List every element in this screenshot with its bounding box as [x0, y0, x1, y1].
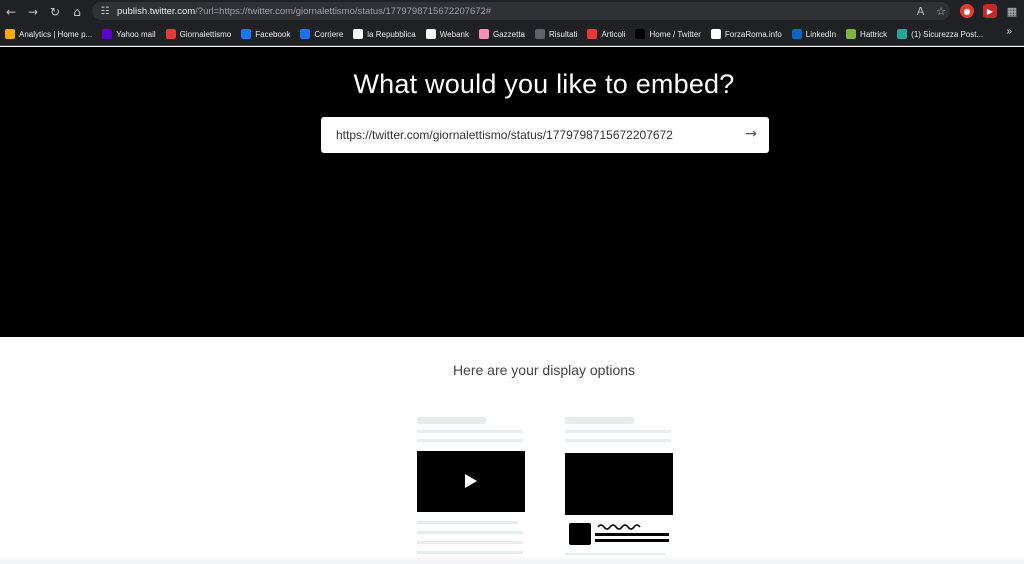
bookmark-label: Home / Twitter	[649, 29, 701, 39]
bookmark-item[interactable]: ForzaRoma.info	[706, 24, 787, 44]
bookmark-label: ForzaRoma.info	[724, 29, 782, 39]
placeholder-line	[417, 439, 523, 442]
forward-icon[interactable]: →	[22, 1, 44, 23]
bookmark-label: Articoli	[601, 29, 626, 39]
facebook-icon	[241, 29, 252, 39]
avatar	[569, 523, 591, 545]
bookmark-item[interactable]: Home / Twitter	[630, 24, 705, 44]
placeholder-line	[565, 439, 671, 442]
placeholder-line	[417, 551, 523, 554]
back-icon[interactable]: ←	[0, 1, 22, 23]
wavy-line-icon	[597, 524, 641, 530]
bookmark-label: Corriere	[314, 29, 344, 39]
bookmark-label: la Repubblica	[367, 29, 416, 39]
translate-icon[interactable]: Ａ	[915, 3, 926, 19]
yahoo-icon	[102, 29, 113, 39]
placeholder-line	[417, 521, 518, 524]
site-settings-icon[interactable]: ☷	[95, 6, 115, 17]
arrow-right-icon[interactable]: →	[745, 126, 757, 142]
address-bar[interactable]: ☷ publish.twitter.com/?url=https://twitt…	[92, 2, 950, 20]
bookmark-item[interactable]: Analytics | Home p...	[0, 24, 97, 44]
repubblica-icon	[353, 29, 364, 39]
bookmark-item[interactable]: Corriere	[295, 24, 348, 44]
placeholder-line	[417, 531, 523, 534]
analytics-icon	[5, 29, 15, 39]
embedded-card-option[interactable]	[565, 417, 675, 564]
embed-url-field[interactable]: →	[321, 117, 769, 153]
gazzetta-icon	[478, 29, 489, 39]
bookmark-label: Analytics | Home p...	[19, 29, 93, 39]
play-icon	[465, 474, 477, 488]
extension-icon[interactable]: ▶	[983, 4, 997, 18]
linkedin-icon	[791, 29, 802, 39]
bookmark-label: (1) Sicurezza Post...	[911, 29, 984, 39]
bookmark-label: Giornalettismo	[179, 29, 232, 39]
corriere-icon	[300, 29, 311, 39]
video-preview	[417, 451, 525, 512]
forzaroma-icon	[710, 29, 721, 39]
giornalettismo-icon	[165, 29, 176, 39]
x-icon	[635, 29, 646, 39]
bookmark-item[interactable]: Risultati	[530, 24, 582, 44]
bookmarks-overflow-icon[interactable]: »	[1006, 26, 1012, 37]
placeholder-line	[565, 417, 634, 424]
bookmark-star-icon[interactable]: ☆	[936, 5, 946, 18]
placeholder-line	[565, 430, 671, 433]
hattrick-icon	[846, 29, 857, 39]
bookmark-item[interactable]: Articoli	[582, 24, 630, 44]
bookmarks-bar: Analytics | Home p... Yahoo mail Giornalet…	[0, 23, 1024, 46]
url-host: publish.twitter.com	[117, 5, 196, 17]
bookmark-label: Hattrick	[860, 29, 888, 39]
url-path: /?url=https://twitter.com/giornalettismo…	[195, 5, 492, 17]
articoli-icon	[587, 29, 598, 39]
page-title: What would you like to embed?	[353, 69, 735, 99]
embed-url-input[interactable]	[336, 128, 716, 142]
placeholder-line	[417, 430, 523, 433]
browser-toolbar: ← → ↻ ⌂ ☷ publish.twitter.com/?url=https…	[0, 0, 1024, 23]
extension-icon[interactable]: ●	[960, 4, 974, 18]
bookmark-label: Gazzetta	[492, 29, 525, 39]
page-bottom-edge	[0, 555, 1024, 564]
bookmark-item[interactable]: (1) Sicurezza Post...	[892, 24, 988, 44]
bookmark-item[interactable]: Facebook	[236, 24, 295, 44]
bookmark-item[interactable]: Webank	[421, 24, 474, 44]
placeholder-line	[595, 533, 669, 536]
reload-icon[interactable]: ↻	[44, 1, 66, 23]
display-options-heading: Here are your display options	[452, 362, 636, 378]
risultati-icon	[534, 29, 545, 39]
bookmark-label: Webank	[439, 29, 469, 39]
bookmark-item[interactable]: la Repubblica	[348, 24, 420, 44]
placeholder-line	[417, 417, 486, 424]
bookmark-item[interactable]: Gazzetta	[474, 24, 530, 44]
sicurezza-icon	[897, 29, 908, 39]
bookmark-label: LinkedIn	[805, 29, 837, 39]
bookmark-label: Risultati	[548, 29, 578, 39]
extensions-puzzle-icon[interactable]: ▦	[1005, 4, 1019, 18]
hero-section: What would you like to embed? →	[0, 47, 1024, 337]
bookmark-label: Yahoo mail	[116, 29, 156, 39]
media-preview	[565, 453, 673, 515]
bookmark-item[interactable]: Yahoo mail	[97, 24, 160, 44]
placeholder-line	[595, 539, 669, 542]
bookmark-item[interactable]: Giornalettismo	[161, 24, 237, 44]
placeholder-line	[417, 541, 523, 544]
webank-icon	[425, 29, 436, 39]
bookmark-item[interactable]: LinkedIn	[787, 24, 841, 44]
home-icon[interactable]: ⌂	[66, 1, 88, 23]
bookmark-item[interactable]: Hattrick	[841, 24, 892, 44]
embedded-tweet-option[interactable]	[417, 417, 527, 564]
bookmark-label: Facebook	[255, 29, 291, 39]
